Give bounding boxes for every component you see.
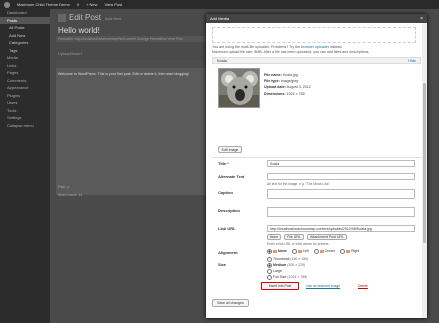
size-options: Thumbnail (150 × 150) Medium (300 × 225)… [267, 256, 308, 280]
alt-text-input[interactable] [267, 173, 415, 180]
admin-sidebar: Dashboard Posts All Posts Add New Categories… [0, 9, 50, 323]
radio-icon [313, 249, 319, 254]
editor-path: Path: p [58, 185, 70, 189]
alignment-options: None Left Center Right [267, 249, 363, 254]
view-post-link[interactable]: View Post [105, 2, 123, 7]
radio-icon [267, 274, 272, 280]
sidebar-item-pages[interactable]: Pages [0, 69, 50, 77]
sidebar-item-tools[interactable]: Tools [0, 107, 50, 115]
sidebar-item-collapse-menu[interactable]: Collapse menu [0, 122, 50, 130]
delete-link[interactable]: Delete [358, 284, 368, 288]
posts-icon [58, 13, 66, 22]
sidebar-item-all-posts[interactable]: All Posts [0, 24, 50, 32]
caption-label: Caption [218, 190, 233, 195]
page-title: Edit Post Add New [58, 13, 121, 22]
align-center-icon [319, 250, 324, 253]
edit-image-button[interactable]: Edit Image [218, 146, 242, 153]
close-icon[interactable]: × [420, 16, 423, 22]
sidebar-item-tags[interactable]: Tags [0, 47, 50, 55]
save-all-changes-button[interactable]: Save all changes [212, 299, 249, 307]
align-left-icon [297, 250, 302, 253]
word-count: Word count: 14 [58, 193, 83, 197]
attachment-post-url-button[interactable]: Attachment Post URL [307, 234, 347, 240]
link-url-input[interactable]: http://localhost/maximum/wp-content/uplo… [267, 225, 415, 232]
link-url-label: Link URL [218, 226, 236, 231]
dialog-title: Add Media [210, 16, 230, 21]
post-title-field[interactable]: Hello world! [58, 26, 100, 35]
dialog-scrollbar[interactable] [422, 23, 427, 318]
max-upload-notice: Maximum upload file size: 8MB. After a f… [212, 50, 370, 54]
add-new-link[interactable]: Add New [105, 16, 121, 21]
description-textarea[interactable] [267, 207, 415, 217]
title-label: Title * [218, 161, 229, 166]
link-url-help: Enter a link URL or click above for pres… [267, 242, 330, 246]
radio-icon [267, 268, 272, 274]
align-right-icon [346, 250, 351, 253]
sidebar-item-users[interactable]: Users [0, 99, 50, 107]
sidebar-item-categories[interactable]: Categories [0, 39, 50, 47]
wordpress-logo-icon[interactable] [4, 1, 10, 8]
comments-count[interactable]: 0 [77, 2, 79, 7]
file-name: Koala.jpg [282, 73, 298, 77]
dimensions: 1024 × 768 [286, 91, 305, 96]
radio-icon [291, 249, 297, 254]
dialog-body: You are using the multi-file uploader. P… [206, 23, 427, 318]
koala-image-icon [219, 69, 259, 107]
radio-icon [267, 262, 272, 268]
sidebar-item-posts[interactable]: Posts [0, 16, 50, 24]
post-editor[interactable] [56, 60, 206, 195]
radio-icon [267, 256, 272, 262]
link-none-button[interactable]: None [267, 234, 281, 240]
sidebar-item-settings[interactable]: Settings [0, 114, 50, 122]
alt-text-help: Alt text for the image, e.g. "The Mona L… [267, 182, 330, 186]
size-label: Size [218, 262, 227, 267]
align-none-option[interactable]: None [267, 249, 287, 254]
add-media-dialog: Add Media × You are using the multi-file… [206, 14, 427, 318]
sidebar-item-comments[interactable]: Comments [0, 77, 50, 85]
upload-insert-label[interactable]: Upload/Insert [58, 51, 82, 56]
file-type: image/jpeg [280, 79, 299, 84]
file-meta: File name: Koala.jpg File type: image/jp… [264, 73, 311, 96]
size-full-option[interactable]: Full Size (1024 × 768) [267, 274, 308, 280]
file-url-button[interactable]: File URL [284, 234, 304, 240]
title-input[interactable]: Koala [267, 160, 415, 167]
sidebar-item-dashboard[interactable]: Dashboard [0, 9, 50, 17]
media-item-title: Koala [217, 58, 227, 63]
upload-date: August 3, 2012 [286, 85, 311, 90]
align-right-option[interactable]: Right [340, 249, 359, 254]
sidebar-item-add-new[interactable]: Add New [0, 32, 50, 40]
sidebar-item-media[interactable]: Media [0, 54, 50, 62]
radio-icon [340, 249, 346, 254]
scrollbar-thumb[interactable] [423, 83, 426, 243]
use-as-featured-image-link[interactable]: Use as featured image [306, 284, 340, 288]
alt-text-label: Alternate Text [218, 174, 245, 179]
hide-link[interactable]: Hide [408, 59, 416, 63]
editor-toolbar [56, 60, 206, 68]
align-left-option[interactable]: Left [291, 249, 309, 254]
description-label: Description [218, 208, 241, 213]
admin-bar: Maximum Child Theme Demo 0 + New View Po… [0, 0, 439, 9]
upload-drop-zone[interactable] [212, 27, 416, 43]
koala-thumbnail [218, 68, 260, 108]
sidebar-item-links[interactable]: Links [0, 62, 50, 70]
align-center-option[interactable]: Center [313, 249, 335, 254]
new-content-link[interactable]: + New [86, 2, 97, 7]
divider [212, 157, 421, 158]
uploader-notice: You are using the multi-file uploader. P… [212, 45, 343, 49]
align-none-icon [273, 250, 277, 253]
alignment-label: Alignment [218, 250, 238, 255]
editor-content: Welcome to WordPress. This is your first… [58, 72, 190, 76]
site-name-link[interactable]: Maximum Child Theme Demo [17, 2, 70, 7]
insert-into-post-button[interactable]: Insert into Post [261, 282, 299, 290]
dialog-header: Add Media × [206, 14, 427, 23]
radio-icon [267, 249, 272, 254]
caption-input[interactable] [267, 189, 415, 199]
media-item-header: Koala Hide [212, 57, 421, 64]
sidebar-item-appearance[interactable]: Appearance [0, 84, 50, 92]
sidebar-item-plugins[interactable]: Plugins [0, 92, 50, 100]
browser-uploader-link[interactable]: browser uploader [301, 45, 329, 49]
permalink-text: Permalink: http://localhost/maximum/wp/h… [58, 37, 183, 41]
